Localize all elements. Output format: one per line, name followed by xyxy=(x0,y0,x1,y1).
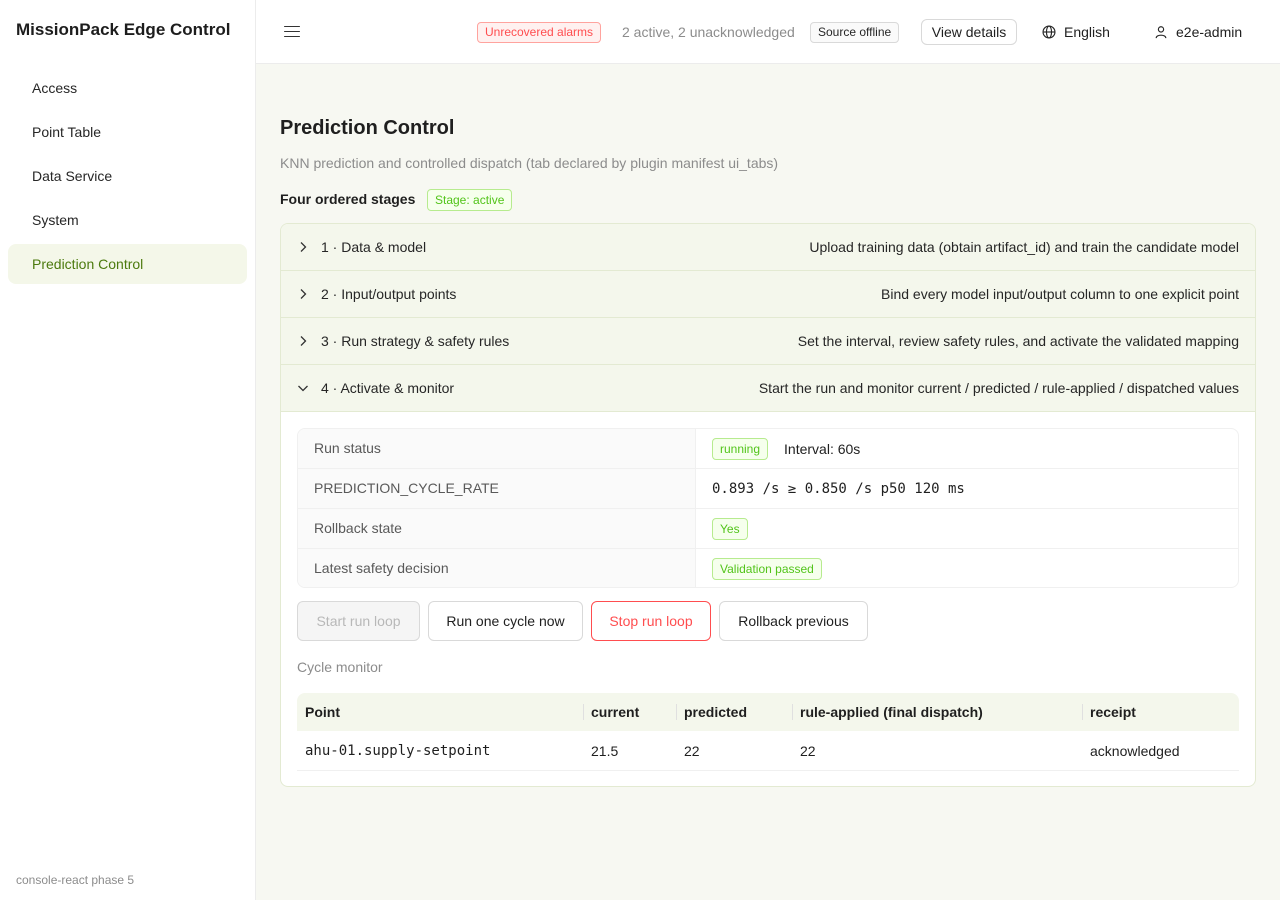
source-status-badge: Source offline xyxy=(810,22,900,43)
stage-title: 3 · Run strategy & safety rules xyxy=(321,333,510,349)
stage-description: Bind every model input/output column to … xyxy=(881,286,1239,302)
safety-decision-label: Latest safety decision xyxy=(298,549,696,587)
cell-rule-applied: 22 xyxy=(800,742,816,759)
column-header-predicted: predicted xyxy=(676,693,792,731)
alarm-summary: 2 active, 2 unacknowledged xyxy=(622,24,795,40)
sidebar-item-data-service[interactable]: Data Service xyxy=(8,156,247,196)
globe-icon xyxy=(1042,25,1056,39)
view-details-button[interactable]: View details xyxy=(921,19,1017,45)
stop-run-loop-button[interactable]: Stop run loop xyxy=(591,601,711,641)
column-header-rule-applied: rule-applied (final dispatch) xyxy=(792,693,1082,731)
table-row: ahu-01.supply-setpoint 21.5 22 22 acknow… xyxy=(297,731,1239,771)
cycle-rate-value: 0.893 /s ≥ 0.850 /s p50 120 ms xyxy=(712,480,965,497)
user-icon xyxy=(1155,26,1167,39)
cycle-rate-label: PREDICTION_CYCLE_RATE xyxy=(298,469,696,508)
safety-decision-badge: Validation passed xyxy=(712,558,822,580)
chevron-down-icon xyxy=(298,385,308,392)
stage-description: Set the interval, review safety rules, a… xyxy=(797,333,1239,349)
desc-row-safety: Latest safety decision Validation passed xyxy=(298,549,1238,587)
stage-title: 2 · Input/output points xyxy=(321,286,457,302)
cycle-monitor-table: Point current predicted rule-applied (fi… xyxy=(297,693,1239,771)
rollback-state-label: Rollback state xyxy=(298,509,696,548)
table-header: Point current predicted rule-applied (fi… xyxy=(297,693,1239,731)
sidebar-item-access[interactable]: Access xyxy=(8,68,247,108)
page-title: Prediction Control xyxy=(280,117,455,139)
cell-current: 21.5 xyxy=(591,742,619,759)
sidebar: MissionPack Edge Control Access Point Ta… xyxy=(0,0,256,900)
stage-title: 4 · Activate & monitor xyxy=(321,380,455,396)
stage-panel-4[interactable]: 4 · Activate & monitor Start the run and… xyxy=(281,365,1255,412)
sidebar-item-system[interactable]: System xyxy=(8,200,247,240)
alarm-badge: Unrecovered alarms xyxy=(477,22,602,43)
username: e2e-admin xyxy=(1176,24,1243,40)
column-header-point: Point xyxy=(305,704,340,720)
language-label: English xyxy=(1064,24,1110,40)
cell-predicted: 22 xyxy=(684,742,700,759)
page-subtitle: KNN prediction and controlled dispatch (… xyxy=(280,155,779,171)
chevron-right-icon xyxy=(300,242,307,252)
column-header-current: current xyxy=(583,693,676,731)
cycle-monitor-title: Cycle monitor xyxy=(297,659,383,675)
rollback-state-badge: Yes xyxy=(712,517,748,540)
desc-row-rollback: Rollback state Yes xyxy=(298,509,1238,549)
sidebar-item-point-table[interactable]: Point Table xyxy=(8,112,247,152)
stages-heading: Four ordered stages xyxy=(280,191,416,207)
chevron-right-icon xyxy=(300,336,307,346)
app-title: MissionPack Edge Control xyxy=(16,20,231,39)
cell-point: ahu-01.supply-setpoint xyxy=(305,742,491,759)
run-interval: Interval: 60s xyxy=(784,440,861,457)
stage-description: Upload training data (obtain artifact_id… xyxy=(809,239,1239,255)
chevron-right-icon xyxy=(300,289,307,299)
sidebar-item-prediction-control[interactable]: Prediction Control xyxy=(8,244,247,284)
stage-panel-3[interactable]: 3 · Run strategy & safety rules Set the … xyxy=(281,318,1255,365)
language-selector[interactable]: English xyxy=(1042,22,1110,42)
desc-row-run-status: Run status running Interval: 60s xyxy=(298,429,1238,469)
stages-collapse: 1 · Data & model Upload training data (o… xyxy=(280,223,1256,787)
desc-row-cycle-rate: PREDICTION_CYCLE_RATE 0.893 /s ≥ 0.850 /… xyxy=(298,469,1238,509)
run-status-badge: running xyxy=(712,437,769,460)
cell-receipt: acknowledged xyxy=(1090,742,1180,759)
menu-icon[interactable] xyxy=(284,22,300,40)
run-descriptions: Run status running Interval: 60s PREDICT… xyxy=(297,428,1239,588)
start-run-loop-button[interactable]: Start run loop xyxy=(297,601,420,641)
stage-title: 1 · Data & model xyxy=(321,239,427,255)
sidebar-footer: console-react phase 5 xyxy=(16,873,135,887)
run-one-cycle-button[interactable]: Run one cycle now xyxy=(428,601,583,641)
column-header-receipt: receipt xyxy=(1082,693,1239,731)
stage-status-badge: Stage: active xyxy=(427,189,513,211)
stage-panel-2[interactable]: 2 · Input/output points Bind every model… xyxy=(281,271,1255,318)
rollback-previous-button[interactable]: Rollback previous xyxy=(719,601,868,641)
user-menu[interactable]: e2e-admin xyxy=(1154,22,1242,42)
top-header: Unrecovered alarms 2 active, 2 unacknowl… xyxy=(256,0,1280,64)
stage-description: Start the run and monitor current / pred… xyxy=(758,380,1239,396)
stage-panel-1[interactable]: 1 · Data & model Upload training data (o… xyxy=(281,224,1255,271)
run-status-label: Run status xyxy=(298,429,696,468)
